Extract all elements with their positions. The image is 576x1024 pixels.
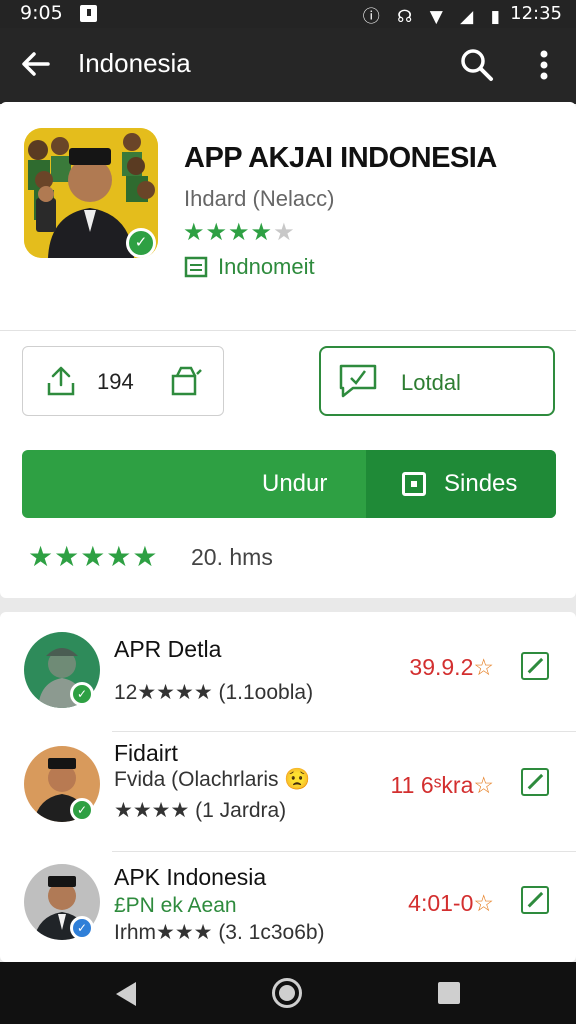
back-arrow-icon[interactable] xyxy=(18,46,54,82)
nav-home-icon[interactable] xyxy=(272,978,302,1008)
list-item-rating: 12★★★★ (1.1oobla) xyxy=(114,681,314,704)
app-developer: Ihdard (Nelacc) xyxy=(184,186,335,211)
page-title: Indonesia xyxy=(78,48,191,78)
delete-icon[interactable] xyxy=(167,364,203,398)
list-item-name: APR Detla xyxy=(114,636,222,662)
list-item-price-value: 4:01-0 xyxy=(408,890,474,916)
secondary-action-label: Lotdal xyxy=(401,370,461,395)
list-item[interactable]: ✓ Fidairt Fvida (Olachrlaris 😟 ★★★★ (1 J… xyxy=(0,732,576,852)
list-item-price: 39.9.2☆ xyxy=(409,654,494,681)
list-item-rating: Irhm★★★ (3. 1c3o6b) xyxy=(114,921,325,944)
app-bar: Indonesia xyxy=(0,28,576,104)
list-item-rating: ★★★★ (1 Jardra) xyxy=(114,799,287,822)
chat-icon xyxy=(339,364,377,398)
install-side-button[interactable]: Sindes xyxy=(366,450,556,518)
status-bar: 9:05 ⓘ ☊ ▼ ◢ ▮ 12:35 xyxy=(0,0,576,28)
install-button-label: Undur xyxy=(262,470,328,497)
summary-rating-stars: ★★★★★ xyxy=(28,541,159,572)
app-category[interactable]: Indnomeit xyxy=(184,254,315,280)
secondary-action-button[interactable]: Lotdal xyxy=(319,346,555,416)
app-category-label: Indnomeit xyxy=(218,254,315,279)
more-options-icon[interactable] xyxy=(530,46,558,84)
app-rating-stars: ★★★★★ xyxy=(183,218,295,247)
share-count: 194 xyxy=(97,369,134,394)
nav-recents-icon[interactable] xyxy=(438,982,460,1004)
list-item-subtitle: Fvida (Olachrlaris 😟 xyxy=(114,768,311,791)
verified-badge-icon: ✓ xyxy=(70,682,94,706)
list-item-name: Fidairt xyxy=(114,740,178,766)
category-icon xyxy=(184,256,208,278)
list-item[interactable]: ✓ APR Detla 12★★★★ (1.1oobla) 39.9.2☆ xyxy=(0,612,576,732)
list-item-price-value: 39.9.2 xyxy=(409,654,474,680)
list-item-price: 11 6ˢkra☆ xyxy=(391,772,494,799)
edit-icon[interactable] xyxy=(521,652,549,680)
app-title: APP AKJAI INDONESIA xyxy=(184,142,497,174)
share-icon[interactable] xyxy=(45,365,77,397)
status-time: 9:05 xyxy=(20,2,63,24)
install-button[interactable]: Undur Sindes xyxy=(22,450,556,518)
star-outline-icon: ☆ xyxy=(473,890,494,916)
square-icon xyxy=(402,472,426,496)
list-item-name: APK Indonesia xyxy=(114,864,267,890)
list-item-price-value: 11 6ˢkra xyxy=(390,772,474,798)
stars-filled: ★★★★ xyxy=(183,219,274,246)
star-outline-icon: ☆ xyxy=(473,654,494,680)
star-outline-icon: ☆ xyxy=(473,772,494,798)
list-item-subtitle: £PN ek Aean xyxy=(114,894,237,917)
verified-badge-icon: ✓ xyxy=(70,916,94,940)
summary-rating-text: 20. hms xyxy=(191,544,273,570)
status-clock: 12:35 xyxy=(510,3,562,24)
list-item[interactable]: ✓ APK Indonesia £PN ek Aean Irhm★★★ (3. … xyxy=(0,852,576,962)
notification-icon xyxy=(80,5,97,22)
edit-icon[interactable] xyxy=(521,886,549,914)
app-details-card: ✓ APP AKJAI INDONESIA Ihdard (Nelacc) ★★… xyxy=(0,102,576,598)
system-nav-bar xyxy=(0,962,576,1024)
list-item-price: 4:01-0☆ xyxy=(408,890,494,917)
edit-icon[interactable] xyxy=(521,768,549,796)
search-icon[interactable] xyxy=(458,46,496,84)
divider xyxy=(0,330,576,331)
nav-back-icon[interactable] xyxy=(116,982,136,1006)
verified-badge-icon: ✓ xyxy=(126,228,156,258)
app-list-card: ✓ APR Detla 12★★★★ (1.1oobla) 39.9.2☆ ✓ … xyxy=(0,612,576,962)
install-side-label: Sindes xyxy=(444,470,518,497)
share-box[interactable]: 194 xyxy=(22,346,224,416)
status-icons: ⓘ ☊ ▼ ◢ ▮ xyxy=(362,7,506,27)
verified-badge-icon: ✓ xyxy=(70,798,94,822)
star-empty-icon: ★ xyxy=(273,219,295,246)
